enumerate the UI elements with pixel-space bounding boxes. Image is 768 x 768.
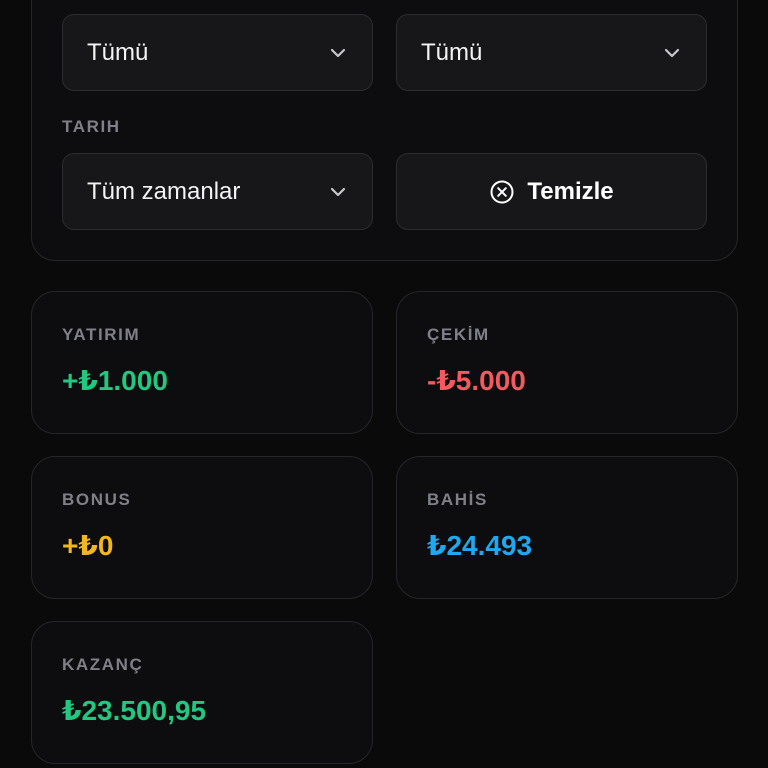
x-circle-icon [489,179,515,205]
filter-select-1-value: Tümü [87,38,149,66]
stat-card-bet: BAHİS ₺24.493 [396,456,738,599]
stat-card-bonus: BONUS +₺0 [31,456,373,599]
stat-value-bonus: +₺0 [62,530,114,561]
stat-label-deposit: YATIRIM [62,325,141,344]
clear-filters-button[interactable]: Temizle [396,153,707,230]
stat-label-bonus: BONUS [62,490,132,509]
stat-value-winnings: ₺23.500,95 [62,695,207,726]
stat-label-winnings: KAZANÇ [62,655,144,674]
date-label: TARIH [62,117,121,136]
filter-select-2[interactable]: Tümü [396,14,707,91]
chevron-down-icon [662,43,682,63]
stat-value-deposit: +₺1.000 [62,365,168,396]
chevron-down-icon [328,43,348,63]
stat-card-deposit: YATIRIM +₺1.000 [31,291,373,434]
date-select[interactable]: Tüm zamanlar [62,153,373,230]
stat-value-bet: ₺24.493 [427,530,533,561]
stat-value-withdrawal: -₺5.000 [427,365,526,396]
stat-card-winnings: KAZANÇ ₺23.500,95 [31,621,373,764]
filter-panel: Tümü Tümü TARIH Tüm zamanlar Temizle [31,0,738,261]
chevron-down-icon [328,182,348,202]
clear-filters-label: Temizle [527,177,614,205]
stat-label-withdrawal: ÇEKİM [427,325,490,344]
date-select-value: Tüm zamanlar [87,177,241,205]
stat-label-bet: BAHİS [427,490,488,509]
filter-select-2-value: Tümü [421,38,483,66]
filter-select-1[interactable]: Tümü [62,14,373,91]
stat-card-withdrawal: ÇEKİM -₺5.000 [396,291,738,434]
